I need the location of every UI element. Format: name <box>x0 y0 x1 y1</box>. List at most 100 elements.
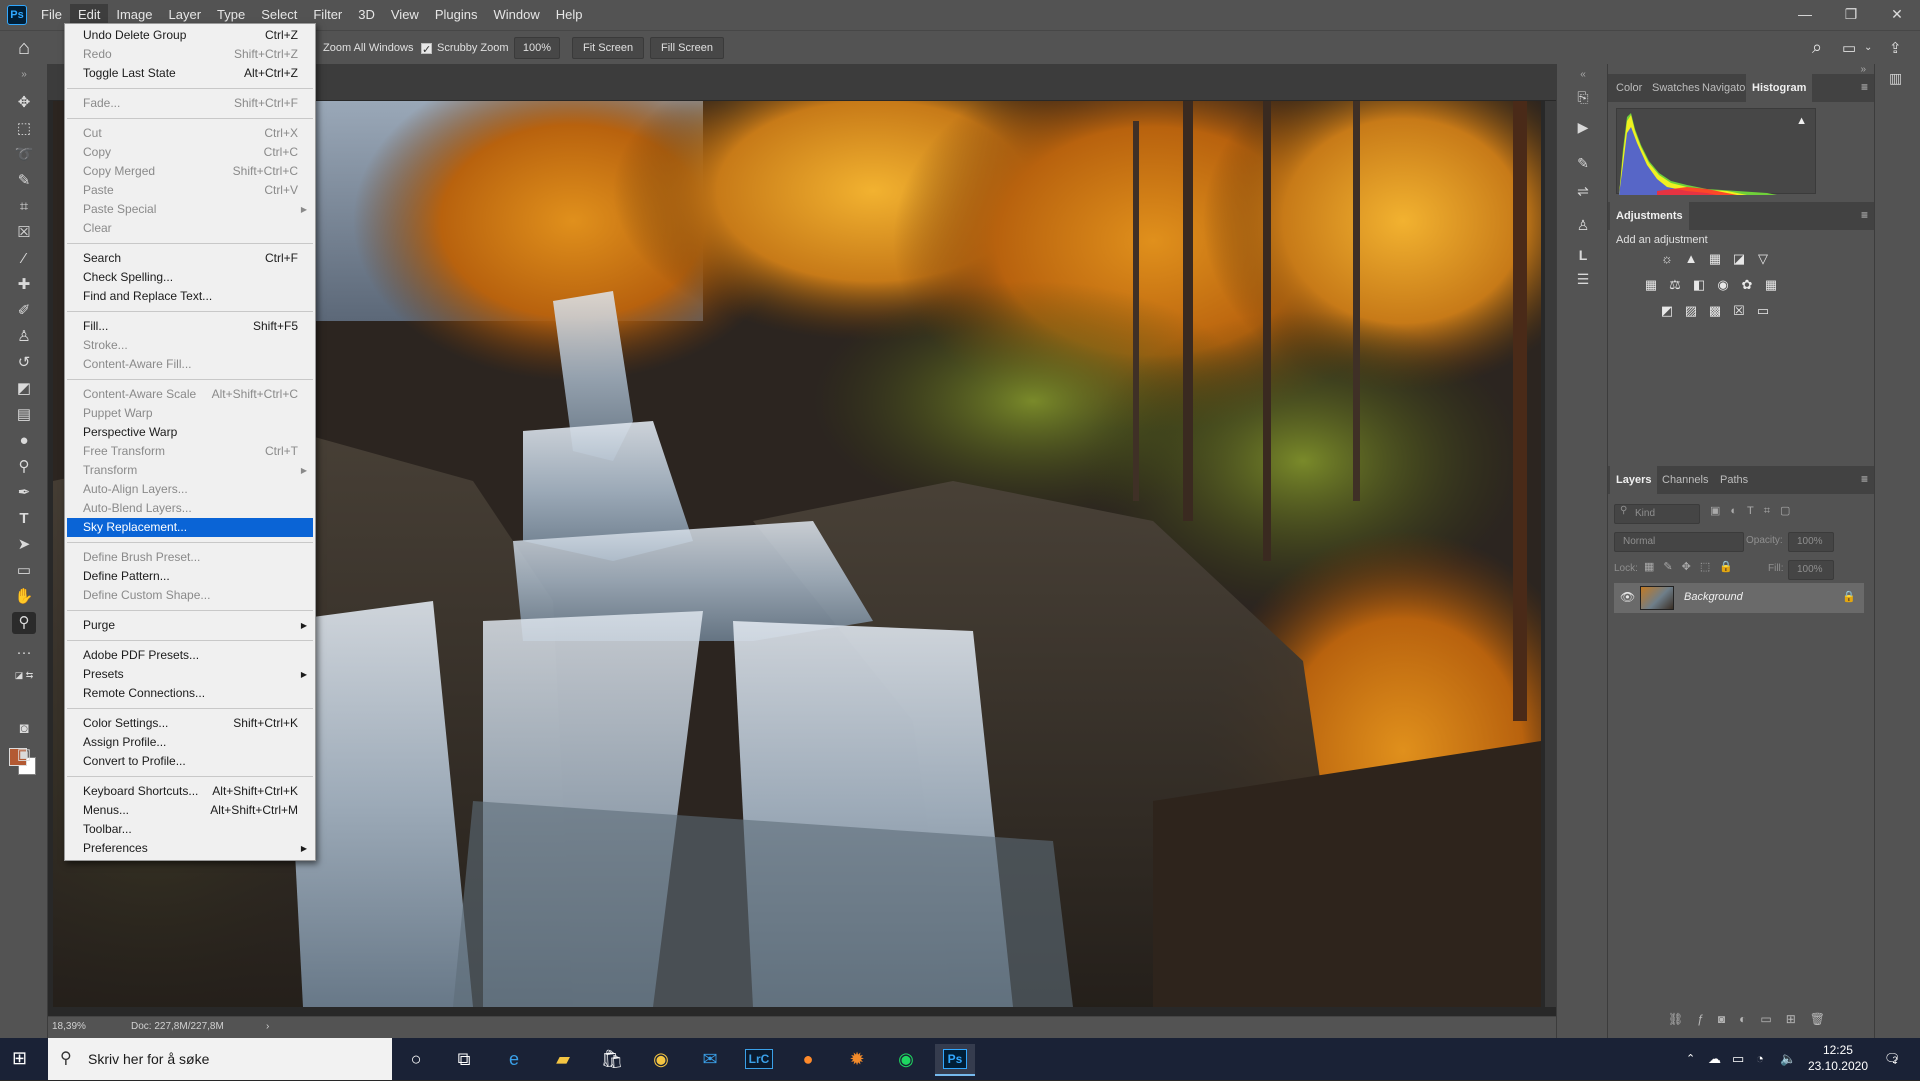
menu-item-transform[interactable]: Transform ▶ <box>65 461 315 480</box>
hand-tool-icon[interactable]: ✋ <box>12 586 36 608</box>
history-panel-icon[interactable]: ⎘ <box>1571 86 1595 108</box>
menu-item-assign-profile[interactable]: Assign Profile... <box>65 733 315 752</box>
properties-panel-icon[interactable]: ☰ <box>1571 268 1595 290</box>
collapse-toolbar-icon[interactable]: » <box>12 64 36 86</box>
home-icon[interactable]: ⌂ <box>18 37 30 60</box>
exposure-icon[interactable]: ◪ <box>1730 250 1748 268</box>
menu-item-redo[interactable]: Redo Shift+Ctrl+Z <box>65 45 315 64</box>
menu-item-search[interactable]: Search Ctrl+F <box>65 249 315 268</box>
lock-icons[interactable]: ▦✎✥⬚🔒 <box>1644 560 1742 573</box>
quick-selection-tool-icon[interactable]: ✎ <box>12 170 36 192</box>
menu-item-convert-to-profile[interactable]: Convert to Profile... <box>65 752 315 771</box>
tab-color[interactable]: Color <box>1610 74 1648 102</box>
learn-panel-icon[interactable]: ▥ <box>1889 70 1902 87</box>
notification-center-icon[interactable]: 🗨2 <box>1884 1038 1901 1080</box>
maximize-button[interactable]: ❐ <box>1828 0 1874 30</box>
black-white-icon[interactable]: ◧ <box>1690 276 1708 294</box>
volume-icon[interactable]: 🔈 <box>1780 1038 1796 1080</box>
wifi-icon[interactable]: ◔ <box>1756 1038 1764 1080</box>
chrome-icon[interactable]: ◉ <box>641 1044 681 1076</box>
spotify-icon[interactable]: ◉ <box>886 1044 926 1076</box>
layer-panel-footer-icons[interactable]: ⛓ƒ◙◐▭⊞🗑 <box>1668 1012 1839 1026</box>
pen-tool-icon[interactable]: ✒ <box>12 482 36 504</box>
menu-3d[interactable]: 3D <box>350 4 383 26</box>
menu-item-define-pattern[interactable]: Define Pattern... <box>65 567 315 586</box>
brush-settings-icon[interactable]: ✎ <box>1571 152 1595 174</box>
menu-item-toolbar[interactable]: Toolbar... <box>65 820 315 839</box>
battery-icon[interactable]: ▭ <box>1732 1038 1744 1080</box>
warning-icon[interactable]: ▲ <box>1796 115 1807 127</box>
actions-panel-icon[interactable]: ▶ <box>1571 116 1595 138</box>
menu-item-purge[interactable]: Purge ▶ <box>65 616 315 635</box>
clone-source-icon[interactable]: ♙ <box>1571 214 1595 236</box>
edge-icon[interactable]: e <box>494 1044 534 1076</box>
color-lookup-icon[interactable]: ▦ <box>1762 276 1780 294</box>
healing-brush-tool-icon[interactable]: ✚ <box>12 274 36 296</box>
menu-item-color-settings[interactable]: Color Settings... Shift+Ctrl+K <box>65 714 315 733</box>
tab-layers[interactable]: Layers <box>1610 466 1658 494</box>
search-icon[interactable]: ⌕ <box>1812 37 1822 58</box>
menu-item-sky-replacement[interactable]: Sky Replacement... <box>67 518 313 537</box>
menu-item-keyboard-shortcuts[interactable]: Keyboard Shortcuts... Alt+Shift+Ctrl+K <box>65 782 315 801</box>
menu-item-perspective-warp[interactable]: Perspective Warp <box>65 423 315 442</box>
scrubby-zoom-checkbox[interactable]: Scrubby Zoom <box>421 38 509 60</box>
brush-tool-icon[interactable]: ✐ <box>12 300 36 322</box>
menu-help[interactable]: Help <box>548 4 591 26</box>
menu-item-content-aware-scale[interactable]: Content-Aware Scale Alt+Shift+Ctrl+C <box>65 385 315 404</box>
vibrance-icon[interactable]: ▽ <box>1754 250 1772 268</box>
fill-field[interactable]: 100% <box>1788 560 1834 580</box>
tray-chevron-up-icon[interactable]: ⌃ <box>1686 1038 1695 1080</box>
close-button[interactable]: ✕ <box>1874 0 1920 30</box>
menu-item-auto-align-layers[interactable]: Auto-Align Layers... <box>65 480 315 499</box>
path-selection-tool-icon[interactable]: ➤ <box>12 534 36 556</box>
layer-filter-icons[interactable]: ▣◐T⌗▢ <box>1710 504 1800 518</box>
tab-paths[interactable]: Paths <box>1714 466 1754 494</box>
crop-tool-icon[interactable]: ⌗ <box>12 196 36 218</box>
photo-filter-icon[interactable]: ◉ <box>1714 276 1732 294</box>
menu-item-adobe-pdf-presets[interactable]: Adobe PDF Presets... <box>65 646 315 665</box>
move-tool-icon[interactable]: ✥ <box>12 92 36 114</box>
lasso-tool-icon[interactable]: ➰ <box>12 144 36 166</box>
fit-screen-button[interactable]: Fit Screen <box>572 37 645 59</box>
menu-item-copy-merged[interactable]: Copy Merged Shift+Ctrl+C <box>65 162 315 181</box>
menu-item-paste[interactable]: Paste Ctrl+V <box>65 181 315 200</box>
dodge-tool-icon[interactable]: ⚲ <box>12 456 36 478</box>
menu-item-free-transform[interactable]: Free Transform Ctrl+T <box>65 442 315 461</box>
menu-item-find-and-replace-text[interactable]: Find and Replace Text... <box>65 287 315 306</box>
windows-start-icon[interactable]: ⊞ <box>12 1048 27 1069</box>
menu-item-puppet-warp[interactable]: Puppet Warp <box>65 404 315 423</box>
character-panel-icon[interactable]: L <box>1571 244 1595 266</box>
frame-tool-icon[interactable]: ☒ <box>12 222 36 244</box>
menu-item-content-aware-fill[interactable]: Content-Aware Fill... <box>65 355 315 374</box>
panel-menu-icon[interactable]: ≡ <box>1861 80 1868 94</box>
threshold-icon[interactable]: ▩ <box>1706 302 1724 320</box>
status-menu-arrow-icon[interactable]: › <box>266 1021 269 1032</box>
menu-item-preferences[interactable]: Preferences ▶ <box>65 839 315 858</box>
color-balance-icon[interactable]: ⚖ <box>1666 276 1684 294</box>
blend-mode-select[interactable]: Normal <box>1614 532 1744 552</box>
channel-mixer-icon[interactable]: ✿ <box>1738 276 1756 294</box>
menu-item-cut[interactable]: Cut Ctrl+X <box>65 124 315 143</box>
selective-color-icon[interactable]: ☒ <box>1730 302 1748 320</box>
brightness-contrast-icon[interactable]: ☼ <box>1658 250 1676 268</box>
menu-item-fade[interactable]: Fade... Shift+Ctrl+F <box>65 94 315 113</box>
menu-item-remote-connections[interactable]: Remote Connections... <box>65 684 315 703</box>
collapse-strip-icon[interactable]: « <box>1571 64 1595 86</box>
rectangle-tool-icon[interactable]: ▭ <box>12 560 36 582</box>
zoom-tool-icon[interactable]: ⚲ <box>12 612 36 634</box>
menu-view[interactable]: View <box>383 4 427 26</box>
menu-item-undo-delete-group[interactable]: Undo Delete Group Ctrl+Z <box>65 26 315 45</box>
panel-menu-icon[interactable]: ≡ <box>1861 472 1868 486</box>
fill-screen-button[interactable]: Fill Screen <box>650 37 724 59</box>
firefox-icon[interactable]: ● <box>788 1044 828 1076</box>
chevron-down-icon[interactable]: ⌄ <box>1864 42 1872 53</box>
file-explorer-icon[interactable]: ▰ <box>543 1044 583 1076</box>
marquee-tool-icon[interactable]: ⬚ <box>12 118 36 140</box>
mail-icon[interactable]: ✉ <box>690 1044 730 1076</box>
zoom-all-windows-checkbox[interactable]: Zoom All Windows <box>323 38 413 58</box>
visibility-eye-icon[interactable]: 👁 <box>1620 590 1635 604</box>
menu-item-presets[interactable]: Presets ▶ <box>65 665 315 684</box>
quick-mask-icon[interactable]: ◙ <box>12 718 36 740</box>
menu-item-auto-blend-layers[interactable]: Auto-Blend Layers... <box>65 499 315 518</box>
menu-item-clear[interactable]: Clear <box>65 219 315 238</box>
